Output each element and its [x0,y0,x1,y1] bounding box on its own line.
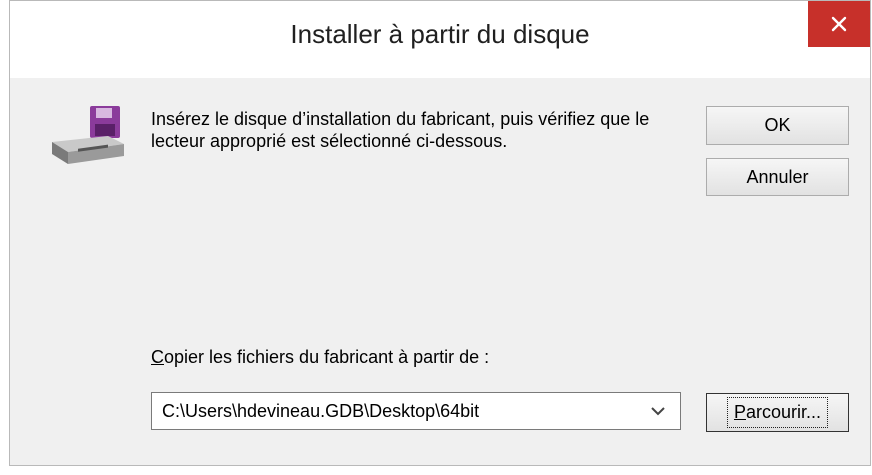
ok-button-label: OK [764,115,791,135]
install-disk-icon [52,106,124,164]
browse-label-rest: arcourir... [745,402,822,422]
browse-button[interactable]: Parcourir... [706,393,849,432]
chevron-down-icon[interactable] [650,403,666,419]
title-bar[interactable]: Installer à partir du disque [10,1,870,78]
copy-from-label-rest: opier les fichiers du fabricant à partir… [164,347,490,367]
browse-button-label: Parcourir... [726,397,829,428]
copy-from-label-accesskey: C [151,347,164,367]
dialog-content: Insérez le disque d’installation du fabr… [10,78,870,465]
copy-from-value: C:\Users\hdevineau.GDB\Desktop\64bit [162,401,480,421]
window-title: Installer à partir du disque [290,19,590,49]
instruction-text: Insérez le disque d’installation du fabr… [151,109,650,151]
browse-accesskey: P [733,402,746,422]
cancel-button[interactable]: Annuler [706,158,849,196]
ok-button[interactable]: OK [706,106,849,145]
dialog-window: Installer à partir du disque Insérez le … [9,0,871,466]
copy-from-label: Copier les fichiers du fabricant à parti… [151,347,489,368]
close-icon [831,16,847,32]
copy-from-combobox[interactable]: C:\Users\hdevineau.GDB\Desktop\64bit [151,392,681,430]
cancel-button-label: Annuler [746,166,809,187]
close-button[interactable] [808,1,870,47]
